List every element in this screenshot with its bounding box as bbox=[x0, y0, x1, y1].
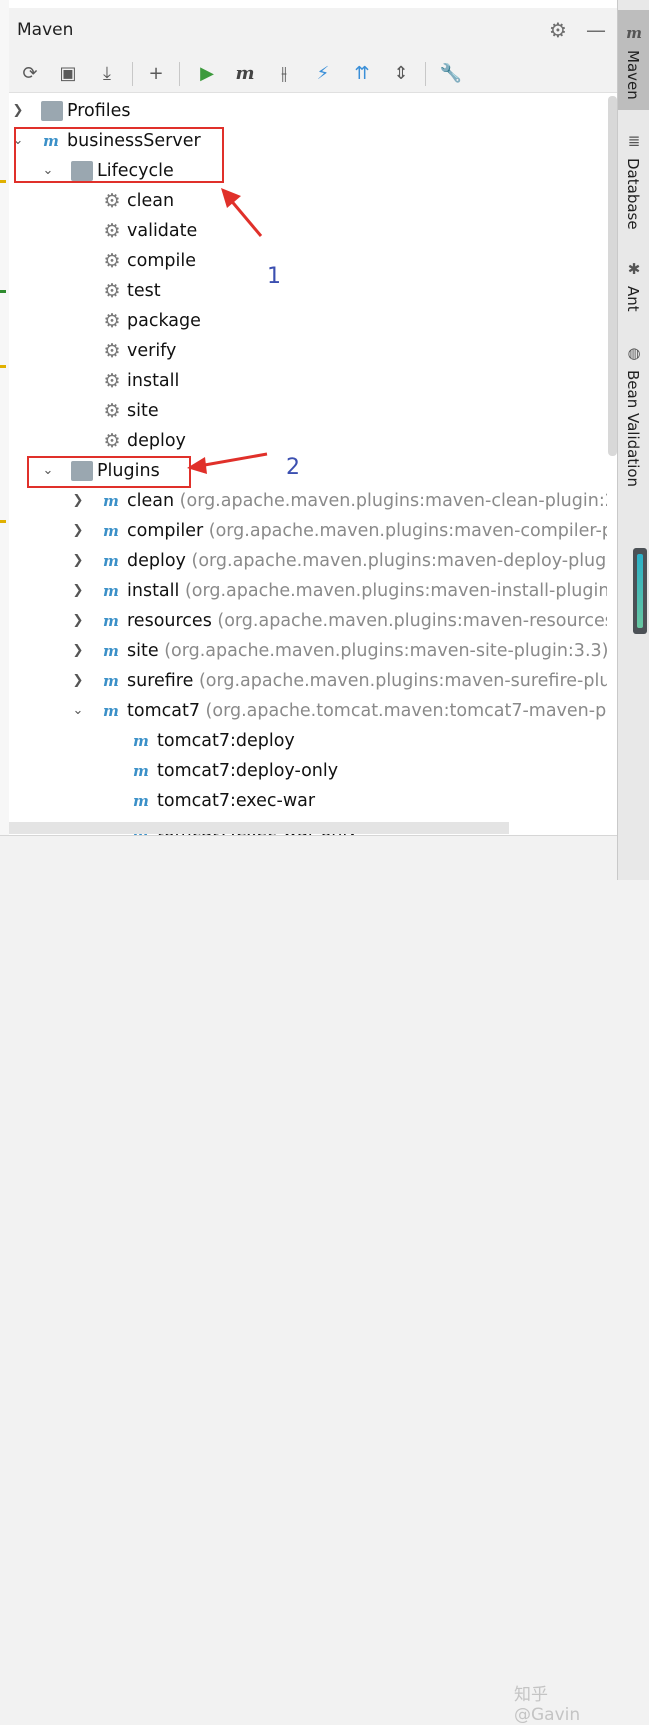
watermark: 知乎 @Gavin bbox=[514, 1685, 581, 1725]
tool-tab-label: Database bbox=[624, 158, 642, 230]
annotation-arrows bbox=[187, 188, 268, 474]
annotation-arrowhead-2 bbox=[187, 457, 207, 474]
tool-tab-ant[interactable]: ✱ Ant bbox=[618, 256, 649, 316]
annotation-arrowhead-1 bbox=[221, 188, 241, 208]
maven-icon: m bbox=[626, 24, 642, 42]
tool-tab-bean-validation[interactable]: ◍ Bean Validation bbox=[618, 342, 649, 492]
gutter-marker bbox=[0, 180, 6, 183]
annotation-number-1: 1 bbox=[267, 264, 281, 289]
gutter-marker bbox=[0, 365, 6, 368]
tool-tab-label: Ant bbox=[624, 286, 642, 312]
tool-tab-maven[interactable]: m Maven bbox=[618, 10, 649, 110]
bean-validation-icon: ◍ bbox=[627, 344, 641, 362]
ant-icon: ✱ bbox=[627, 260, 641, 278]
annotation-arrow-2 bbox=[198, 452, 268, 468]
right-tool-strip: m Maven ≣ Database ✱ Ant ◍ Bean Validati… bbox=[617, 0, 649, 880]
memory-indicator bbox=[633, 548, 647, 634]
tool-tab-label: Bean Validation bbox=[624, 370, 642, 488]
gutter-marker bbox=[0, 290, 6, 293]
maven-tool-window: Maven ⚙ — ⟳ ▣ ⤓ + ▶ m ⫲ ⚡ ⇈ ⇕ 🔧 ❯ Profil… bbox=[9, 0, 617, 835]
gutter-marker bbox=[0, 520, 6, 523]
tool-tab-label: Maven bbox=[624, 50, 642, 100]
annotation-arrow-1 bbox=[227, 197, 263, 237]
annotation-number-2: 2 bbox=[286, 455, 300, 480]
tool-tab-database[interactable]: ≣ Database bbox=[618, 128, 649, 238]
database-icon: ≣ bbox=[627, 132, 641, 150]
status-bar: 知乎 @Gavin bbox=[0, 835, 617, 1725]
memory-indicator-fill bbox=[637, 554, 643, 628]
